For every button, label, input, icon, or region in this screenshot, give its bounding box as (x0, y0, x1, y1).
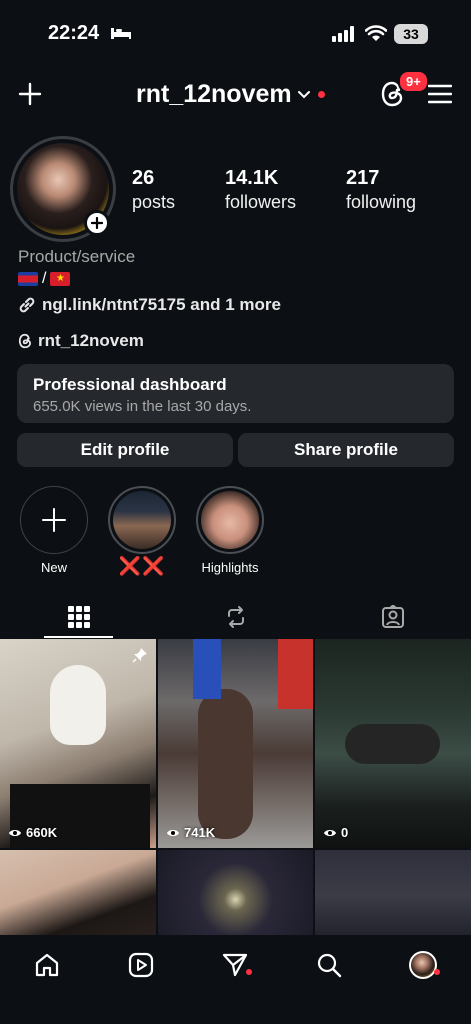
vietnam-flag-icon: ★ (50, 272, 71, 286)
highlight-ring (196, 486, 264, 554)
grid-post[interactable] (158, 850, 313, 935)
post-content (278, 639, 313, 709)
highlight-item[interactable]: ❌❌ (107, 486, 177, 577)
posts-grid: 660K 741K 0 (0, 639, 471, 935)
highlight-new[interactable]: New (19, 486, 89, 575)
hamburger-menu-icon[interactable] (428, 84, 452, 104)
home-icon (35, 953, 59, 977)
direct-icon (222, 953, 248, 977)
grid-post[interactable]: 741K (158, 639, 313, 848)
profile-username: rnt_12novem (136, 80, 292, 108)
highlight-label: ❌❌ (118, 556, 166, 576)
bio-flags: / ★ (18, 270, 71, 288)
search-icon (317, 953, 342, 978)
dashboard-subtitle: 655.0K views in the last 30 days. (33, 398, 252, 415)
bio-link-text: ngl.link/ntnt75175 and 1 more (42, 295, 282, 314)
edit-profile-button[interactable]: Edit profile (17, 433, 233, 467)
stat-value: 217 (346, 167, 380, 189)
post-content (193, 639, 221, 699)
direct-notification-dot (246, 969, 252, 975)
profile-header: rnt_12novem 9+ (0, 70, 471, 118)
nav-home[interactable] (31, 949, 63, 981)
cambodia-flag-icon (18, 272, 38, 286)
stat-posts[interactable]: 26 posts (132, 167, 175, 213)
highlight-item[interactable]: Highlights (195, 486, 265, 575)
tagged-icon (381, 605, 404, 628)
account-notification-dot (317, 91, 325, 98)
professional-dashboard-card[interactable]: Professional dashboard 655.0K views in t… (17, 364, 454, 423)
threads-small-icon (18, 333, 33, 349)
flags-separator: / (42, 270, 47, 287)
eye-icon (167, 829, 179, 836)
grid-post[interactable] (0, 850, 156, 935)
eye-icon (324, 829, 336, 836)
notification-badge: 9+ (398, 70, 429, 93)
grid-post[interactable]: 660K (0, 639, 156, 848)
bio-link[interactable]: ngl.link/ntnt75175 and 1 more (18, 295, 281, 315)
stat-label: posts (132, 192, 176, 212)
new-highlight-ring (20, 486, 88, 554)
plus-icon (42, 508, 66, 532)
cellular-signal-icon (332, 26, 356, 42)
dashboard-title: Professional dashboard (33, 375, 227, 394)
nav-direct[interactable] (219, 949, 251, 981)
highlight-cover (201, 491, 259, 549)
pin-icon (132, 647, 148, 663)
add-story-plus-icon[interactable] (84, 210, 110, 236)
battery-indicator: 33 (394, 24, 428, 44)
grid-post[interactable]: 0 (315, 639, 471, 848)
chevron-down-icon (297, 90, 310, 99)
threads-profile-link[interactable]: rnt_12novem (18, 331, 144, 351)
views-count: 741K (184, 825, 216, 840)
views-count: 0 (341, 825, 349, 840)
highlight-cover (113, 491, 171, 549)
grid-icon (67, 606, 90, 628)
stat-following[interactable]: 217 following (346, 167, 416, 213)
highlight-ring (108, 486, 176, 554)
tab-reposts[interactable] (157, 596, 314, 638)
grid-post[interactable] (315, 850, 471, 935)
stat-label: following (346, 192, 417, 212)
active-tab-indicator (44, 636, 113, 638)
reels-icon (128, 952, 154, 978)
profile-content-tabs (0, 596, 471, 638)
profile-category: Product/service (18, 247, 136, 266)
account-switcher[interactable]: rnt_12novem (136, 80, 325, 109)
stat-label: followers (225, 192, 297, 212)
link-icon (18, 296, 36, 314)
highlight-label: Highlights (201, 560, 259, 575)
stat-value: 26 (132, 167, 155, 189)
nav-profile[interactable] (407, 949, 439, 981)
post-views: 660K (8, 825, 57, 840)
status-bar: 22:24 33 (0, 0, 471, 70)
highlight-label: New (40, 560, 67, 575)
bottom-navigation (0, 935, 471, 1024)
eye-icon (9, 829, 21, 836)
post-views: 0 (323, 825, 348, 840)
tab-posts-grid[interactable] (0, 596, 157, 638)
stat-followers[interactable]: 14.1K followers (225, 167, 296, 213)
profile-avatar (409, 951, 437, 979)
nav-search[interactable] (313, 949, 345, 981)
post-content (198, 689, 253, 839)
create-plus-icon[interactable] (18, 82, 42, 106)
tab-tagged[interactable] (314, 596, 471, 638)
profile-notification-dot (434, 969, 440, 975)
reels-repost-icon (227, 606, 244, 628)
threads-handle: rnt_12novem (38, 331, 144, 350)
views-count: 660K (26, 825, 58, 840)
nav-reels[interactable] (125, 949, 157, 981)
wifi-icon (365, 25, 387, 42)
post-content (50, 665, 106, 745)
sleep-focus-icon (110, 26, 132, 40)
status-time: 22:24 (48, 22, 100, 44)
post-views: 741K (166, 825, 215, 840)
stat-value: 14.1K (225, 167, 279, 189)
share-profile-button[interactable]: Share profile (238, 433, 454, 467)
post-content (345, 724, 440, 764)
